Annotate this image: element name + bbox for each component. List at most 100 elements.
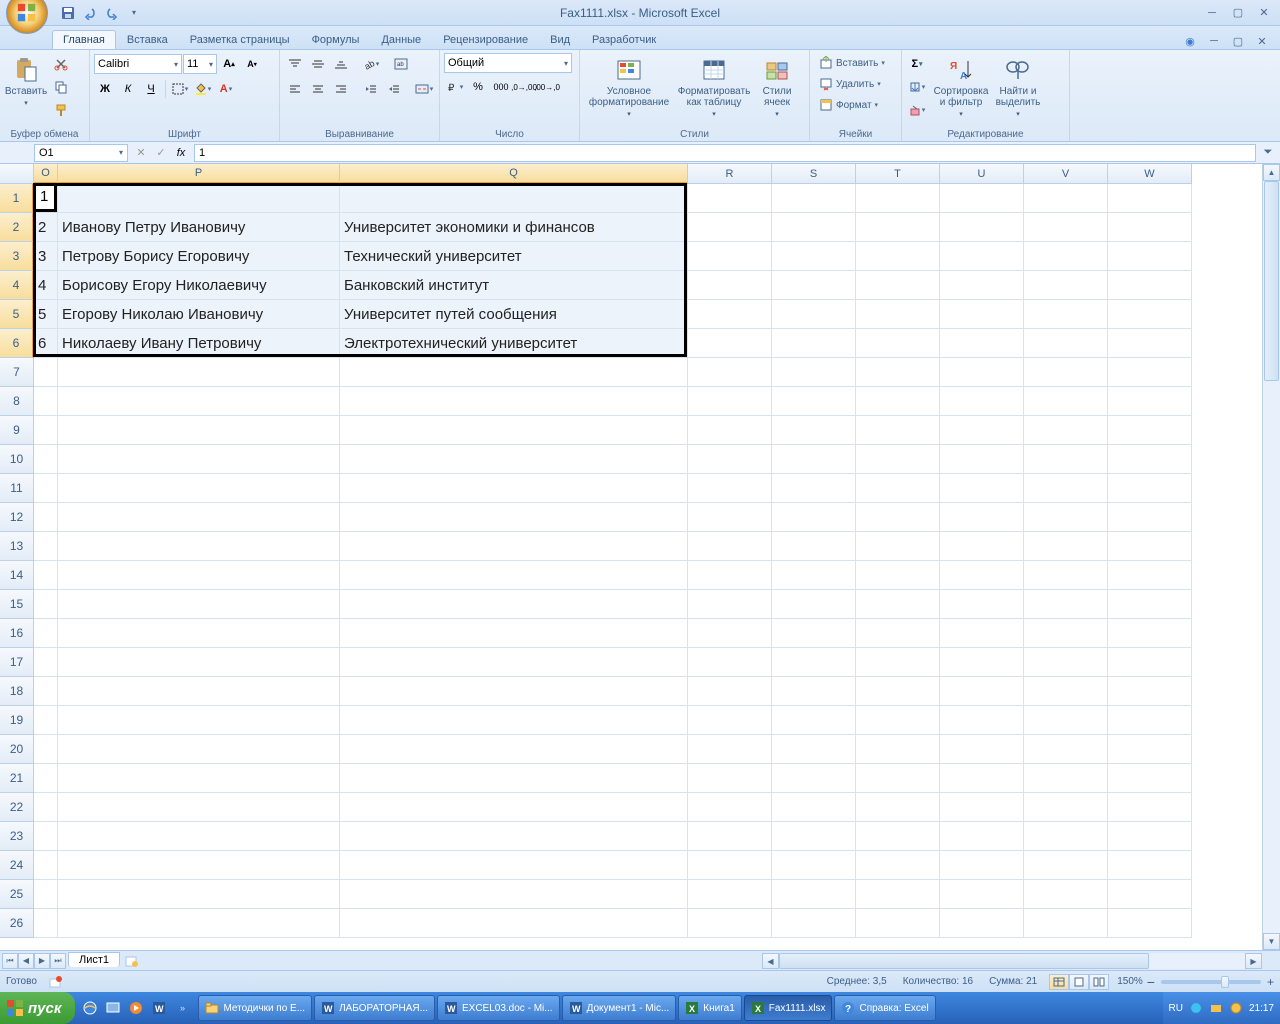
copy-button[interactable] bbox=[50, 76, 72, 98]
cell-Q10[interactable] bbox=[340, 445, 688, 474]
cell-S14[interactable] bbox=[772, 561, 856, 590]
cell-U18[interactable] bbox=[940, 677, 1024, 706]
row-header-2[interactable]: 2 bbox=[0, 213, 34, 242]
cell-P2[interactable]: Иванову Петру Ивановичу bbox=[58, 213, 340, 242]
ribbon-tab-0[interactable]: Главная bbox=[52, 30, 116, 49]
minimize-button[interactable]: ─ bbox=[1202, 5, 1222, 21]
cell-O26[interactable] bbox=[34, 909, 58, 938]
ribbon-tab-4[interactable]: Данные bbox=[370, 30, 432, 49]
cell-W10[interactable] bbox=[1108, 445, 1192, 474]
cell-S2[interactable] bbox=[772, 213, 856, 242]
maximize-button[interactable]: ▢ bbox=[1228, 5, 1248, 21]
cell-T9[interactable] bbox=[856, 416, 940, 445]
column-header-T[interactable]: T bbox=[856, 164, 940, 184]
cell-S18[interactable] bbox=[772, 677, 856, 706]
desktop-icon[interactable] bbox=[102, 996, 124, 1020]
cell-R21[interactable] bbox=[688, 764, 772, 793]
row-header-3[interactable]: 3 bbox=[0, 242, 34, 271]
cell-V7[interactable] bbox=[1024, 358, 1108, 387]
increase-decimal[interactable]: ,0→,00 bbox=[513, 76, 535, 98]
cell-Q1[interactable] bbox=[340, 184, 688, 213]
row-header-8[interactable]: 8 bbox=[0, 387, 34, 416]
row-header-16[interactable]: 16 bbox=[0, 619, 34, 648]
cell-U12[interactable] bbox=[940, 503, 1024, 532]
cell-S1[interactable] bbox=[772, 184, 856, 213]
cell-O22[interactable] bbox=[34, 793, 58, 822]
formula-expand[interactable]: ⏷ bbox=[1260, 145, 1276, 161]
cell-R5[interactable] bbox=[688, 300, 772, 329]
cell-O10[interactable] bbox=[34, 445, 58, 474]
cell-W20[interactable] bbox=[1108, 735, 1192, 764]
cell-R24[interactable] bbox=[688, 851, 772, 880]
doc-close[interactable]: ✕ bbox=[1252, 33, 1272, 49]
cell-R19[interactable] bbox=[688, 706, 772, 735]
cell-S9[interactable] bbox=[772, 416, 856, 445]
cell-U9[interactable] bbox=[940, 416, 1024, 445]
name-box[interactable]: O1▾ bbox=[34, 144, 128, 162]
close-button[interactable]: ✕ bbox=[1254, 5, 1274, 21]
cell-R22[interactable] bbox=[688, 793, 772, 822]
row-header-14[interactable]: 14 bbox=[0, 561, 34, 590]
cell-Q3[interactable]: Технический университет bbox=[340, 242, 688, 271]
row-header-10[interactable]: 10 bbox=[0, 445, 34, 474]
wrap-text-button[interactable]: ab bbox=[390, 53, 412, 75]
increase-indent[interactable] bbox=[383, 78, 405, 100]
sort-filter-button[interactable]: ЯА Сортировка и фильтр▾ bbox=[932, 53, 990, 121]
cell-W2[interactable] bbox=[1108, 213, 1192, 242]
cancel-formula[interactable]: ✕ bbox=[132, 145, 150, 161]
format-cells-button[interactable]: Формат▾ bbox=[814, 95, 883, 115]
cut-button[interactable] bbox=[50, 53, 72, 75]
cell-O23[interactable] bbox=[34, 822, 58, 851]
cell-W22[interactable] bbox=[1108, 793, 1192, 822]
cell-P20[interactable] bbox=[58, 735, 340, 764]
next-sheet[interactable]: ▶ bbox=[34, 953, 50, 969]
cell-O4[interactable]: 4 bbox=[34, 271, 58, 300]
cell-T13[interactable] bbox=[856, 532, 940, 561]
zoom-level[interactable]: 150% bbox=[1117, 976, 1143, 987]
cell-T15[interactable] bbox=[856, 590, 940, 619]
cell-O3[interactable]: 3 bbox=[34, 242, 58, 271]
undo-button[interactable] bbox=[80, 3, 100, 23]
find-select-button[interactable]: Найти и выделить▾ bbox=[990, 53, 1046, 121]
cell-T2[interactable] bbox=[856, 213, 940, 242]
ribbon-tab-1[interactable]: Вставка bbox=[116, 30, 179, 49]
row-header-12[interactable]: 12 bbox=[0, 503, 34, 532]
scroll-down[interactable]: ▼ bbox=[1263, 933, 1280, 950]
underline-button[interactable]: Ч bbox=[140, 78, 162, 100]
bold-button[interactable]: Ж bbox=[94, 78, 116, 100]
cell-W5[interactable] bbox=[1108, 300, 1192, 329]
cell-O6[interactable]: 6 bbox=[34, 329, 58, 358]
row-header-15[interactable]: 15 bbox=[0, 590, 34, 619]
cell-U16[interactable] bbox=[940, 619, 1024, 648]
comma-format[interactable]: 000 bbox=[490, 76, 512, 98]
cell-U1[interactable] bbox=[940, 184, 1024, 213]
cell-W18[interactable] bbox=[1108, 677, 1192, 706]
cell-T17[interactable] bbox=[856, 648, 940, 677]
cell-S23[interactable] bbox=[772, 822, 856, 851]
cell-Q26[interactable] bbox=[340, 909, 688, 938]
enter-formula[interactable]: ✓ bbox=[152, 145, 170, 161]
cell-Q5[interactable]: Университет путей сообщения bbox=[340, 300, 688, 329]
column-header-P[interactable]: P bbox=[58, 164, 340, 184]
cell-U25[interactable] bbox=[940, 880, 1024, 909]
last-sheet[interactable]: ⏭ bbox=[50, 953, 66, 969]
cell-R26[interactable] bbox=[688, 909, 772, 938]
cell-S20[interactable] bbox=[772, 735, 856, 764]
ql-expand[interactable]: » bbox=[171, 996, 193, 1020]
cell-U17[interactable] bbox=[940, 648, 1024, 677]
clock[interactable]: 21:17 bbox=[1249, 1003, 1274, 1014]
clear-button[interactable] bbox=[906, 99, 928, 121]
cell-W24[interactable] bbox=[1108, 851, 1192, 880]
cell-W14[interactable] bbox=[1108, 561, 1192, 590]
cell-P6[interactable]: Николаеву Ивану Петровичу bbox=[58, 329, 340, 358]
ribbon-tab-5[interactable]: Рецензирование bbox=[432, 30, 539, 49]
cell-S16[interactable] bbox=[772, 619, 856, 648]
zoom-in[interactable]: + bbox=[1267, 975, 1274, 989]
cell-O15[interactable] bbox=[34, 590, 58, 619]
cell-V24[interactable] bbox=[1024, 851, 1108, 880]
cell-P12[interactable] bbox=[58, 503, 340, 532]
prev-sheet[interactable]: ◀ bbox=[18, 953, 34, 969]
accounting-format[interactable]: ₽ bbox=[444, 76, 466, 98]
cell-T3[interactable] bbox=[856, 242, 940, 271]
cell-T24[interactable] bbox=[856, 851, 940, 880]
